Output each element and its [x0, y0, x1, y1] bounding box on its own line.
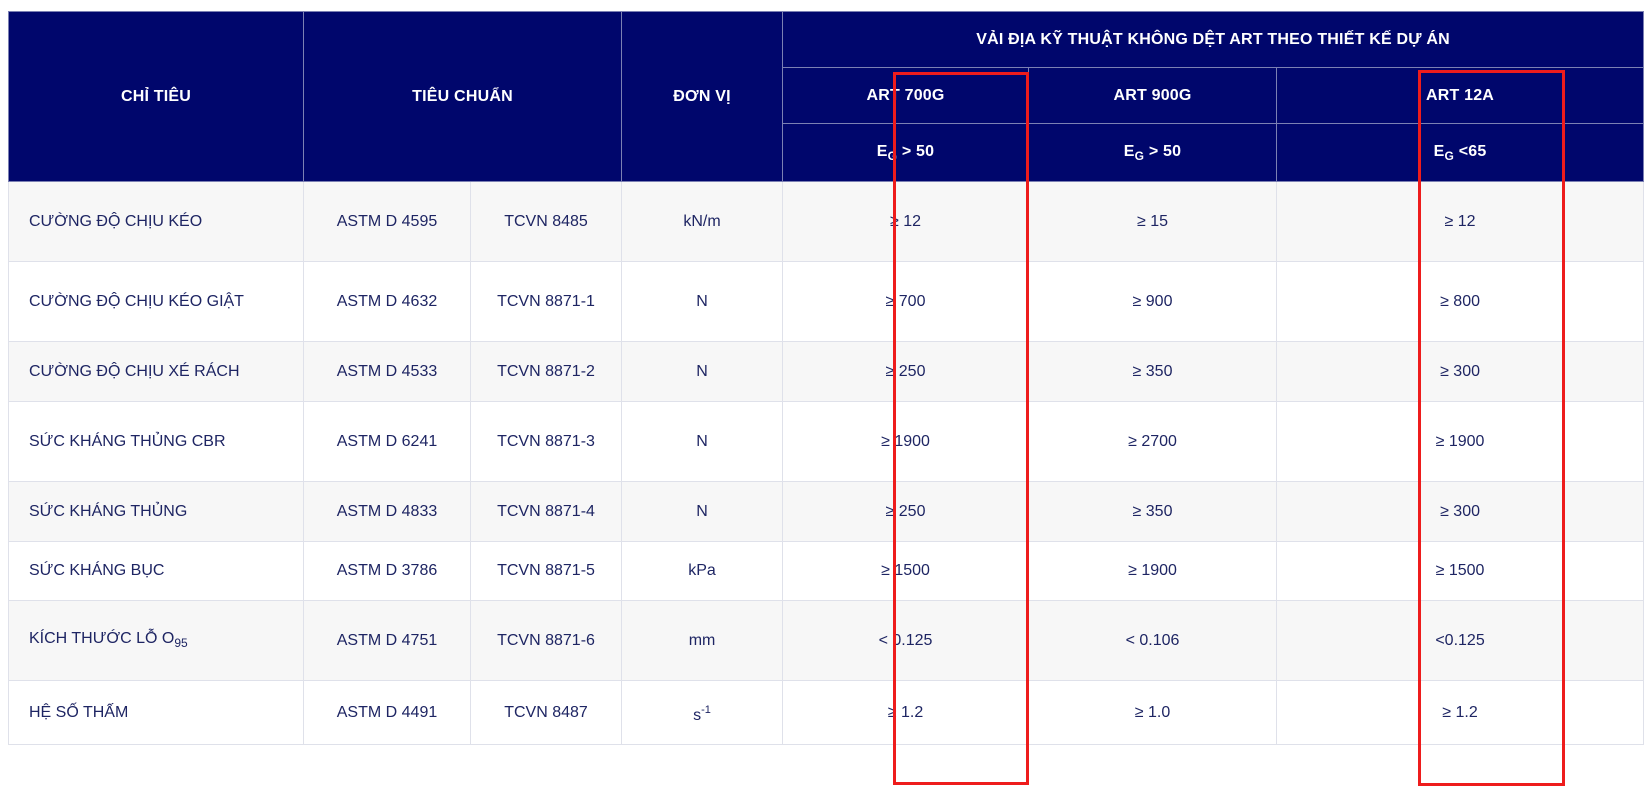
eg-condition: <65	[1454, 142, 1487, 160]
header-eg-art900g: EG > 50	[1028, 123, 1278, 182]
header-standard: TIÊU CHUẨN	[302, 11, 623, 182]
criteria-cell: KÍCH THƯỚC LỖ O95	[8, 600, 304, 681]
unit-superscript: -1	[701, 703, 711, 716]
table-row: CƯỜNG ĐỘ CHỊU KÉO ASTM D 4595 TCVN 8485 …	[8, 181, 1645, 262]
header-unit: ĐƠN VỊ	[621, 11, 784, 182]
header-eg-art700g: EG > 50	[782, 123, 1030, 182]
art12a-cell: ≥ 1.2	[1276, 680, 1645, 745]
table-row: CƯỜNG ĐỘ CHỊU XÉ RÁCH ASTM D 4533 TCVN 8…	[8, 341, 1645, 402]
criteria-cell: HỆ SỐ THẤM	[8, 680, 304, 745]
art900g-cell: ≥ 15	[1028, 181, 1278, 262]
criteria-cell: SỨC KHÁNG THỦNG CBR	[8, 401, 304, 482]
criteria-subscript: 95	[174, 635, 188, 650]
header-eg-art12a: EG <65	[1276, 123, 1645, 182]
table-row: CƯỜNG ĐỘ CHỊU KÉO GIẬT ASTM D 4632 TCVN …	[8, 261, 1645, 342]
eg-letter: E	[1433, 142, 1445, 160]
art12a-cell: ≥ 800	[1276, 261, 1645, 342]
astm-cell: ASTM D 4751	[303, 600, 471, 681]
unit-cell: N	[621, 261, 784, 342]
art12a-cell: ≥ 300	[1276, 481, 1645, 542]
tcvn-cell: TCVN 8871-4	[469, 481, 623, 542]
header-product-group: VẢI ĐỊA KỸ THUẬT KHÔNG DỆT ART THEO THIẾ…	[782, 11, 1645, 68]
art12a-cell: ≥ 300	[1276, 341, 1645, 402]
eg-subscript: G	[1444, 148, 1455, 163]
tcvn-cell: TCVN 8871-1	[469, 261, 623, 342]
unit-cell: kPa	[621, 541, 784, 601]
astm-cell: ASTM D 4632	[303, 261, 471, 342]
criteria-cell: SỨC KHÁNG THỦNG	[8, 481, 304, 542]
art900g-cell: ≥ 1900	[1028, 541, 1278, 601]
art700g-cell: ≥ 1.2	[782, 680, 1030, 745]
unit-cell: N	[621, 481, 784, 542]
unit-cell: N	[621, 401, 784, 482]
unit-cell: N	[621, 341, 784, 402]
art900g-cell: ≥ 900	[1028, 261, 1278, 342]
eg-condition: > 50	[1144, 142, 1182, 160]
art700g-cell: ≥ 12	[782, 181, 1030, 262]
eg-letter: E	[1123, 142, 1135, 160]
tcvn-cell: TCVN 8871-2	[469, 341, 623, 402]
art12a-cell: ≥ 1500	[1276, 541, 1645, 601]
art12a-cell: ≥ 12	[1276, 181, 1645, 262]
art700g-cell: < 0.125	[782, 600, 1030, 681]
tcvn-cell: TCVN 8485	[469, 181, 623, 262]
art900g-cell: ≥ 2700	[1028, 401, 1278, 482]
art900g-cell: ≥ 350	[1028, 341, 1278, 402]
art700g-cell: ≥ 250	[782, 481, 1030, 542]
unit-cell: kN/m	[621, 181, 784, 262]
table-row: SỨC KHÁNG THỦNG ASTM D 4833 TCVN 8871-4 …	[8, 481, 1645, 542]
eg-subscript: G	[1134, 148, 1145, 163]
art700g-cell: ≥ 700	[782, 261, 1030, 342]
spec-table-container: CHỈ TIÊU TIÊU CHUẨN ĐƠN VỊ VẢI ĐỊA KỸ TH…	[8, 11, 1645, 745]
criteria-cell: SỨC KHÁNG BỤC	[8, 541, 304, 601]
art700g-cell: ≥ 1900	[782, 401, 1030, 482]
spec-table: CHỈ TIÊU TIÊU CHUẨN ĐƠN VỊ VẢI ĐỊA KỸ TH…	[8, 11, 1645, 745]
table-row: SỨC KHÁNG THỦNG CBR ASTM D 6241 TCVN 887…	[8, 401, 1645, 482]
art900g-cell: ≥ 350	[1028, 481, 1278, 542]
header-product-art12a: ART 12A	[1276, 67, 1645, 124]
criteria-cell: CƯỜNG ĐỘ CHỊU XÉ RÁCH	[8, 341, 304, 402]
art900g-cell: < 0.106	[1028, 600, 1278, 681]
unit-text: s	[693, 706, 702, 724]
astm-cell: ASTM D 4533	[303, 341, 471, 402]
art900g-cell: ≥ 1.0	[1028, 680, 1278, 745]
header-row-group: CHỈ TIÊU TIÊU CHUẨN ĐƠN VỊ VẢI ĐỊA KỸ TH…	[8, 11, 1645, 182]
criteria-cell: CƯỜNG ĐỘ CHỊU KÉO	[8, 181, 304, 262]
header-product-art900g: ART 900G	[1028, 67, 1278, 124]
tcvn-cell: TCVN 8871-6	[469, 600, 623, 681]
eg-letter: E	[876, 142, 888, 160]
unit-cell: mm	[621, 600, 784, 681]
astm-cell: ASTM D 3786	[303, 541, 471, 601]
header-criteria: CHỈ TIÊU	[8, 11, 304, 182]
criteria-text: KÍCH THƯỚC LỖ O	[29, 629, 175, 647]
astm-cell: ASTM D 6241	[303, 401, 471, 482]
tcvn-cell: TCVN 8487	[469, 680, 623, 745]
unit-cell: s-1	[621, 680, 784, 745]
table-row: KÍCH THƯỚC LỖ O95 ASTM D 4751 TCVN 8871-…	[8, 600, 1645, 681]
eg-subscript: G	[887, 148, 898, 163]
art700g-cell: ≥ 250	[782, 341, 1030, 402]
eg-condition: > 50	[897, 142, 935, 160]
art12a-cell: ≥ 1900	[1276, 401, 1645, 482]
header-product-art700g: ART 700G	[782, 67, 1030, 124]
table-row: HỆ SỐ THẤM ASTM D 4491 TCVN 8487 s-1 ≥ 1…	[8, 680, 1645, 745]
tcvn-cell: TCVN 8871-3	[469, 401, 623, 482]
astm-cell: ASTM D 4491	[303, 680, 471, 745]
criteria-cell: CƯỜNG ĐỘ CHỊU KÉO GIẬT	[8, 261, 304, 342]
art700g-cell: ≥ 1500	[782, 541, 1030, 601]
astm-cell: ASTM D 4595	[303, 181, 471, 262]
art12a-cell: <0.125	[1276, 600, 1645, 681]
tcvn-cell: TCVN 8871-5	[469, 541, 623, 601]
table-row: SỨC KHÁNG BỤC ASTM D 3786 TCVN 8871-5 kP…	[8, 541, 1645, 601]
astm-cell: ASTM D 4833	[303, 481, 471, 542]
